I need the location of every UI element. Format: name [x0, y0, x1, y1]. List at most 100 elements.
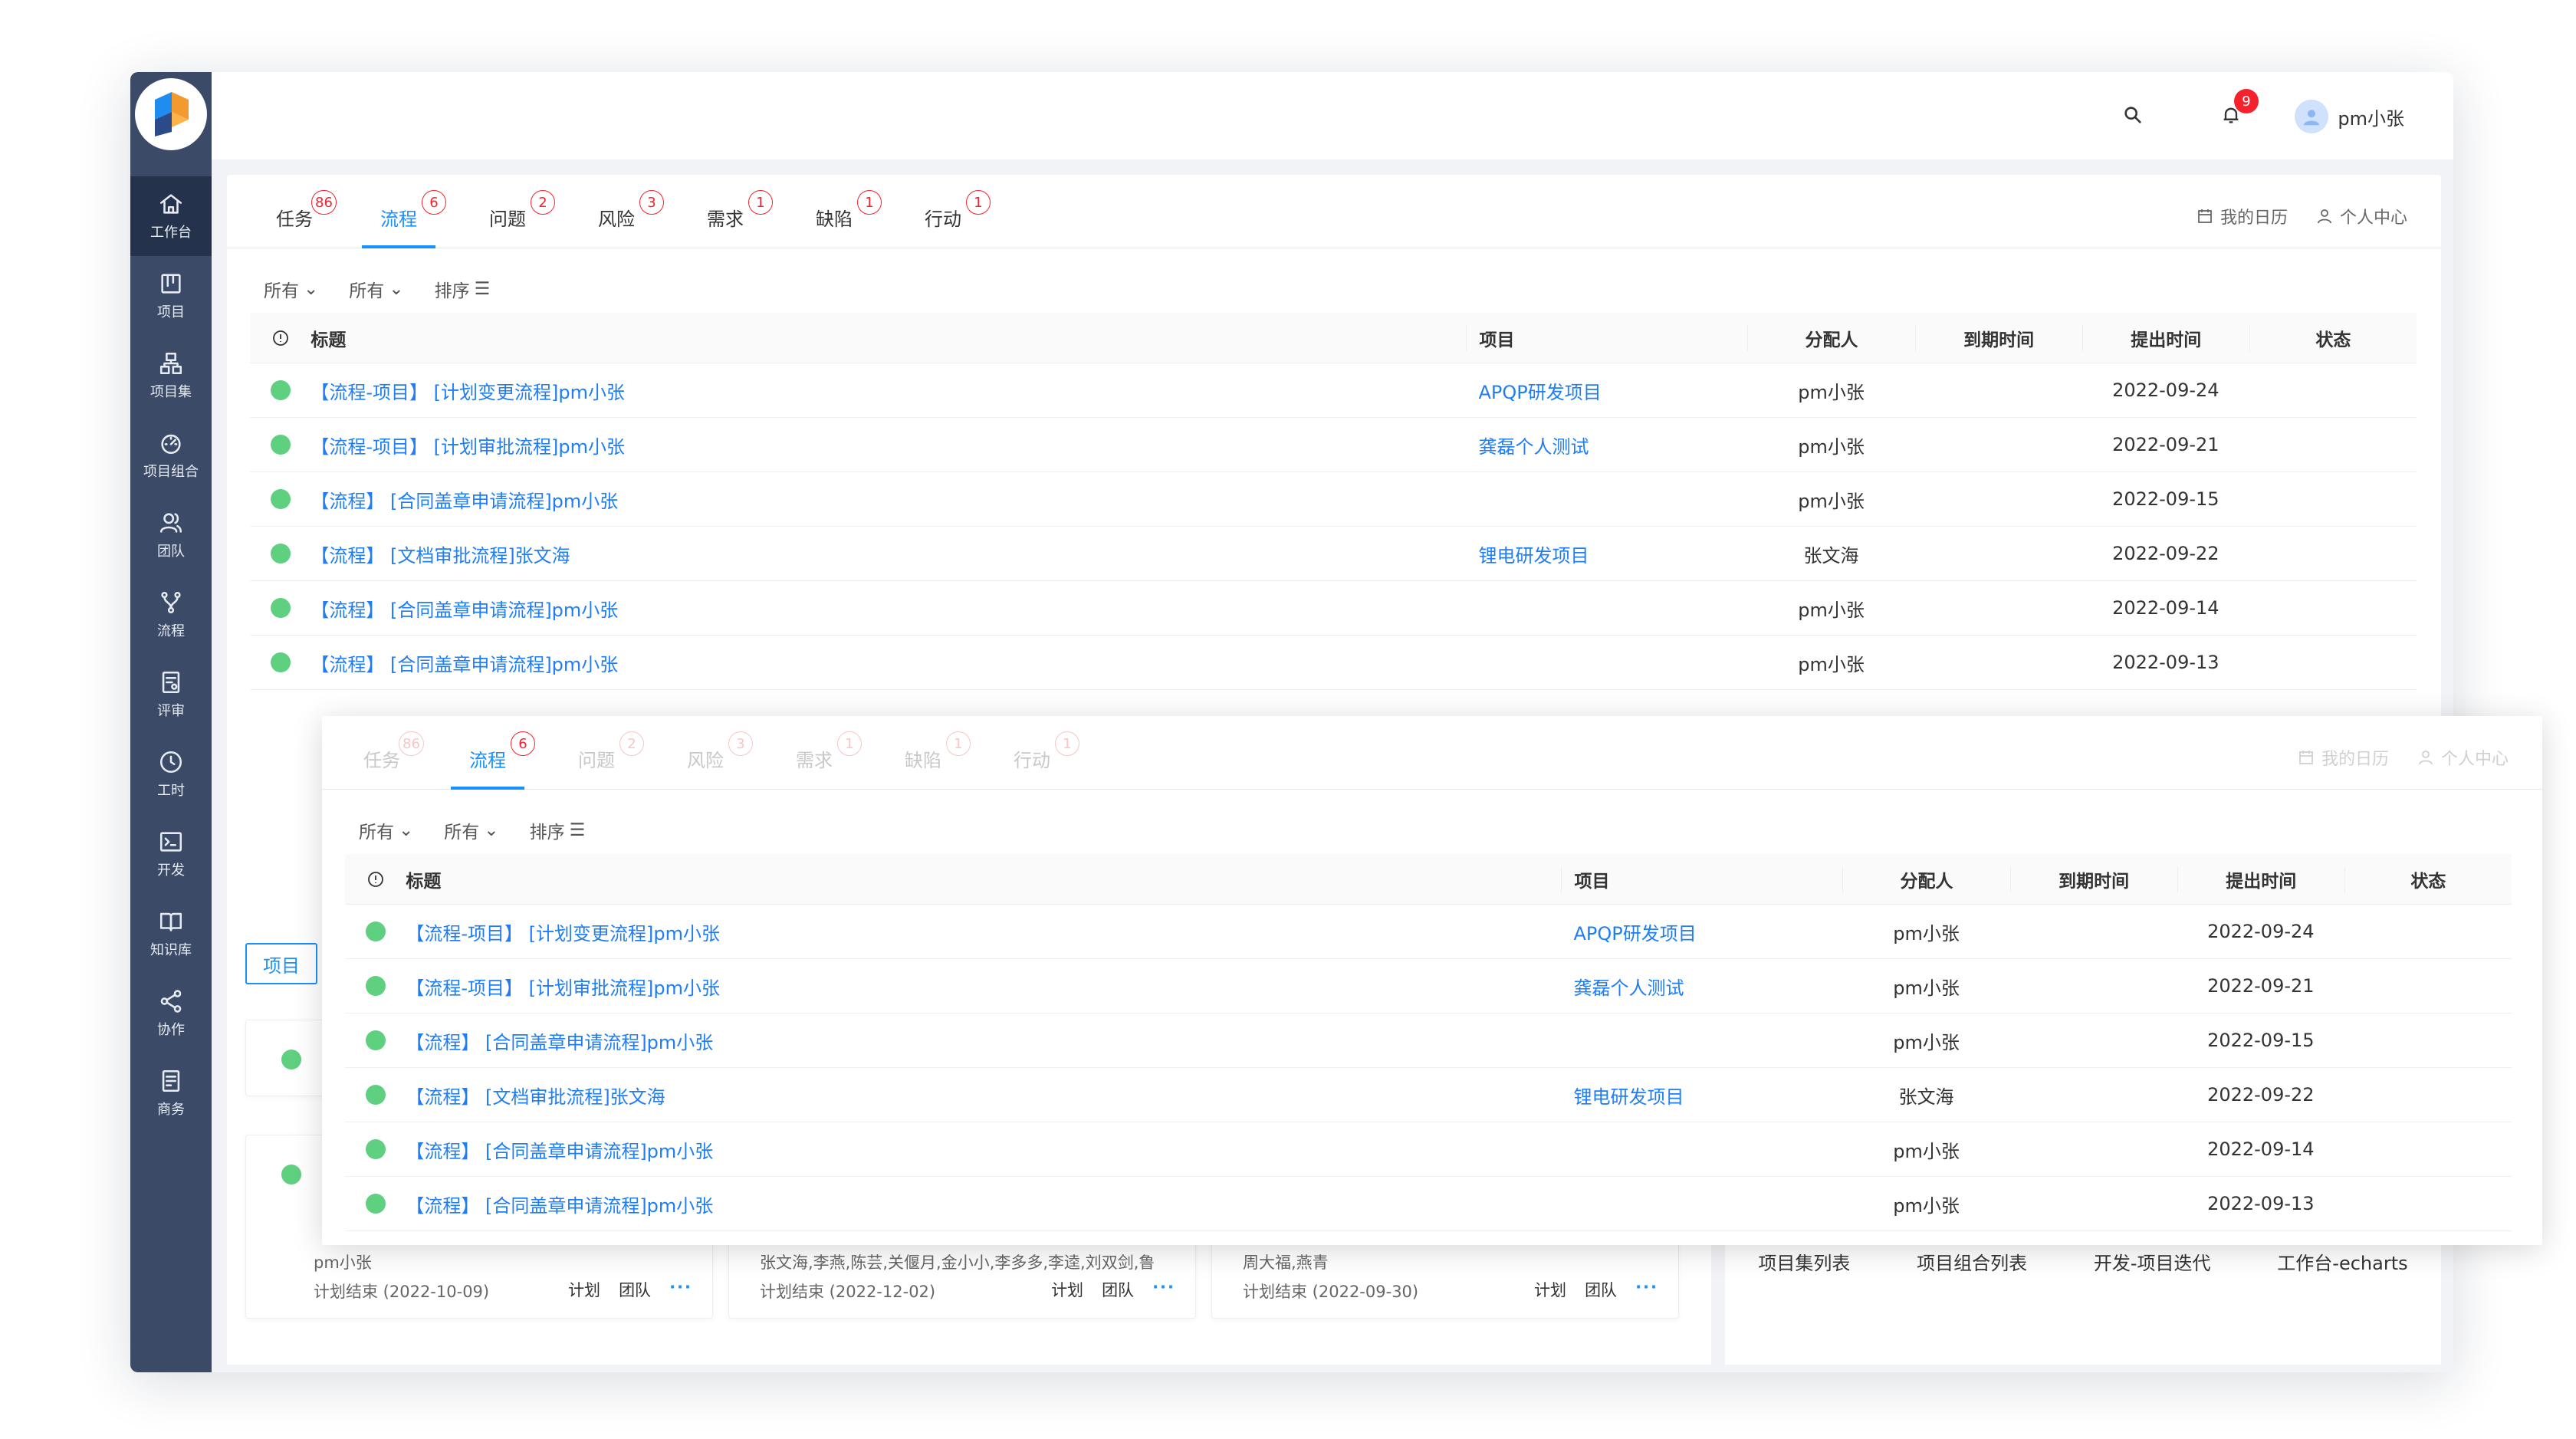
- header-due[interactable]: 到期时间: [2009, 866, 2177, 892]
- row-title-link[interactable]: 【流程】 [合同盖章申请流程]pm小张: [406, 1191, 1561, 1217]
- card-more-button[interactable]: ···: [669, 1278, 692, 1301]
- sidebar-item-project[interactable]: 项目: [130, 256, 212, 336]
- row-title-link[interactable]: 【流程-项目】 [计划审批流程]pm小张: [310, 432, 1466, 458]
- user-menu[interactable]: pm小张: [2295, 100, 2404, 133]
- row-title-link[interactable]: 【流程-项目】 [计划变更流程]pm小张: [310, 377, 1466, 404]
- app-logo[interactable]: [135, 78, 207, 150]
- header-title[interactable]: 标题: [310, 325, 1466, 351]
- header-assignee[interactable]: 分配人: [1747, 324, 1914, 351]
- table-row[interactable]: 【流程】 [合同盖章申请流程]pm小张 pm小张 2022-09-13: [250, 636, 2417, 690]
- sidebar-item-review[interactable]: 评审: [130, 655, 212, 734]
- shortcut-program-list[interactable]: 项目集列表: [1758, 1248, 1850, 1275]
- tab-requirement[interactable]: 需求 1: [707, 175, 773, 248]
- sort-button[interactable]: 排序 ☰: [530, 817, 586, 843]
- row-title-link[interactable]: 【流程】 [文档审批流程]张文海: [406, 1082, 1561, 1109]
- filter-dropdown-1[interactable]: 所有 ⌄: [264, 276, 318, 302]
- shortcut-portfolio-list[interactable]: 项目组合列表: [1917, 1248, 2027, 1275]
- row-project-link[interactable]: 龚磊个人测试: [1466, 432, 1747, 458]
- table-row[interactable]: 【流程】 [合同盖章申请流程]pm小张 pm小张 2022-09-13: [345, 1177, 2512, 1231]
- shortcut-workbench-echarts[interactable]: 工作台-echarts: [2277, 1248, 2407, 1275]
- tab-action[interactable]: 行动 1: [925, 175, 991, 248]
- my-calendar-link[interactable]: 我的日历: [2297, 745, 2389, 770]
- search-button[interactable]: [2119, 101, 2147, 129]
- header-assignee[interactable]: 分配人: [1842, 866, 2009, 892]
- sidebar-item-flow[interactable]: 流程: [130, 575, 212, 655]
- tab-defect[interactable]: 缺陷 1: [905, 716, 971, 790]
- tab-task[interactable]: 任务 86: [363, 716, 424, 790]
- card-team-link[interactable]: 团队: [619, 1278, 651, 1301]
- row-title-link[interactable]: 【流程】 [合同盖章申请流程]pm小张: [406, 1027, 1561, 1054]
- row-title-link[interactable]: 【流程】 [合同盖章申请流程]pm小张: [406, 1136, 1561, 1163]
- filter-dropdown-2[interactable]: 所有 ⌄: [349, 276, 403, 302]
- card-more-button[interactable]: ···: [1152, 1278, 1175, 1301]
- table-row[interactable]: 【流程-项目】 [计划变更流程]pm小张 APQP研发项目 pm小张 2022-09-…: [345, 905, 2512, 959]
- row-title-link[interactable]: 【流程】 [文档审批流程]张文海: [310, 540, 1466, 567]
- tab-requirement[interactable]: 需求 1: [796, 716, 862, 790]
- table-row[interactable]: 【流程】 [合同盖章申请流程]pm小张 pm小张 2022-09-14: [250, 581, 2417, 636]
- row-project-link[interactable]: 锂电研发项目: [1466, 540, 1747, 567]
- sidebar-item-workbench[interactable]: 工作台: [130, 176, 212, 256]
- table-row[interactable]: 【流程】 [文档审批流程]张文海 锂电研发项目 张文海 2022-09-22: [345, 1068, 2512, 1122]
- table-row[interactable]: 【流程】 [文档审批流程]张文海 锂电研发项目 张文海 2022-09-22: [250, 527, 2417, 581]
- table-row[interactable]: 【流程】 [合同盖章申请流程]pm小张 pm小张 2022-09-15: [345, 1014, 2512, 1068]
- tab-flow[interactable]: 流程 6: [362, 175, 446, 248]
- row-project-link[interactable]: APQP研发项目: [1466, 377, 1747, 404]
- tab-flow[interactable]: 流程 6: [451, 716, 535, 790]
- row-project-link[interactable]: 锂电研发项目: [1561, 1082, 1842, 1109]
- header-status[interactable]: 状态: [2344, 866, 2512, 892]
- table-row[interactable]: 【流程-项目】 [计划审批流程]pm小张 龚磊个人测试 pm小张 2022-09-21: [345, 959, 2512, 1014]
- filter-dropdown-1[interactable]: 所有 ⌄: [359, 817, 413, 843]
- sidebar-item-develop[interactable]: 开发: [130, 814, 212, 894]
- header-status[interactable]: 状态: [2249, 324, 2417, 351]
- filter-bar: 所有 ⌄ 所有 ⌄ 排序 ☰: [264, 276, 490, 302]
- my-calendar-link[interactable]: 我的日历: [2196, 204, 2288, 228]
- sidebar-item-program[interactable]: 项目集: [130, 336, 212, 416]
- shortcut-dev-iteration[interactable]: 开发-项目迭代: [2094, 1248, 2211, 1275]
- tab-defect[interactable]: 缺陷 1: [816, 175, 882, 248]
- sidebar-item-business[interactable]: 商务: [130, 1053, 212, 1133]
- card-team-link[interactable]: 团队: [1102, 1278, 1134, 1301]
- tab-task[interactable]: 任务 86: [276, 175, 337, 248]
- table-row[interactable]: 【流程-项目】 [计划审批流程]pm小张 龚磊个人测试 pm小张 2022-09-21: [250, 418, 2417, 472]
- row-title-link[interactable]: 【流程】 [合同盖章申请流程]pm小张: [310, 649, 1466, 676]
- header-created[interactable]: 提出时间: [2177, 866, 2344, 892]
- sidebar-item-portfolio[interactable]: 项目组合: [130, 416, 212, 495]
- tab-risk[interactable]: 风险 3: [598, 175, 664, 248]
- tab-risk[interactable]: 风险 3: [687, 716, 753, 790]
- table-row[interactable]: 【流程】 [合同盖章申请流程]pm小张 pm小张 2022-09-14: [345, 1122, 2512, 1177]
- table-row[interactable]: 【流程】 [合同盖章申请流程]pm小张 pm小张 2022-09-15: [250, 472, 2417, 527]
- sidebar-item-knowledge[interactable]: 知识库: [130, 894, 212, 974]
- sort-button[interactable]: 排序 ☰: [435, 276, 491, 302]
- tab-label: 需求: [707, 209, 744, 230]
- sidebar-item-team[interactable]: 团队: [130, 495, 212, 575]
- card-more-button[interactable]: ···: [1635, 1278, 1658, 1301]
- header-title[interactable]: 标题: [406, 866, 1561, 892]
- header-created[interactable]: 提出时间: [2082, 324, 2249, 351]
- projects-tab[interactable]: 项目: [245, 943, 317, 984]
- row-project-link[interactable]: 龚磊个人测试: [1561, 973, 1842, 1000]
- card-plan-link[interactable]: 计划: [1534, 1278, 1566, 1301]
- card-team-link[interactable]: 团队: [1585, 1278, 1617, 1301]
- personal-center-link[interactable]: 个人中心: [2417, 745, 2509, 770]
- tab-issue[interactable]: 问题 2: [489, 175, 555, 248]
- share-icon: [160, 990, 182, 1013]
- filter-dropdown-2[interactable]: 所有 ⌄: [444, 817, 498, 843]
- row-project-link[interactable]: APQP研发项目: [1561, 918, 1842, 945]
- card-plan-link[interactable]: 计划: [1051, 1278, 1083, 1301]
- row-title-link[interactable]: 【流程】 [合同盖章申请流程]pm小张: [310, 595, 1466, 622]
- personal-center-link[interactable]: 个人中心: [2315, 204, 2407, 228]
- sidebar-item-collab[interactable]: 协作: [130, 974, 212, 1053]
- card-plan-link[interactable]: 计划: [568, 1278, 600, 1301]
- tab-action[interactable]: 行动 1: [1014, 716, 1079, 790]
- row-title-link[interactable]: 【流程-项目】 [计划变更流程]pm小张: [406, 918, 1561, 945]
- row-title-link[interactable]: 【流程-项目】 [计划审批流程]pm小张: [406, 973, 1561, 1000]
- header-project[interactable]: 项目: [1561, 866, 1842, 892]
- tab-issue[interactable]: 问题 2: [578, 716, 644, 790]
- row-title-link[interactable]: 【流程】 [合同盖章申请流程]pm小张: [310, 486, 1466, 513]
- table-row[interactable]: 【流程-项目】 [计划变更流程]pm小张 APQP研发项目 pm小张 2022-09-…: [250, 363, 2417, 418]
- sidebar-item-timesheet[interactable]: 工时: [130, 734, 212, 814]
- sort-label: 排序: [434, 281, 470, 301]
- notification-button[interactable]: 9: [2217, 89, 2259, 129]
- header-due[interactable]: 到期时间: [1914, 324, 2082, 351]
- header-project[interactable]: 项目: [1466, 324, 1747, 351]
